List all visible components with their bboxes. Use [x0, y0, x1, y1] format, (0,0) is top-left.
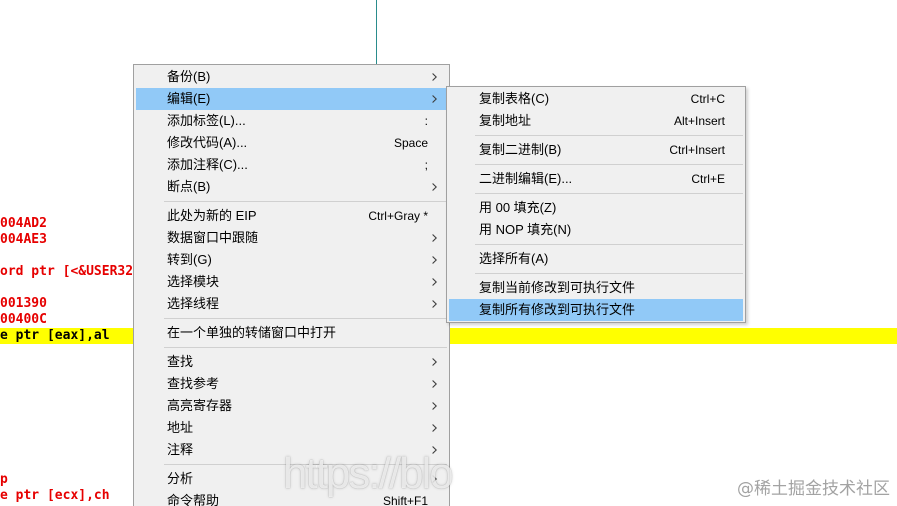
- menu-item-assemble[interactable]: 修改代码(A)... Space: [136, 132, 447, 154]
- chevron-right-icon: [432, 278, 437, 286]
- disasm-line[interactable]: 001390: [0, 296, 47, 312]
- edit-submenu: 复制表格(C) Ctrl+C 复制地址 Alt+Insert 复制二进制(B) …: [446, 86, 746, 323]
- menu-item-follow-in-dump[interactable]: 数据窗口中跟随: [136, 227, 447, 249]
- menu-item-label: 添加注释(C)...: [167, 157, 248, 172]
- menu-item-label: 复制所有修改到可执行文件: [479, 302, 636, 317]
- submenu-item-copy-all-to-executable[interactable]: 复制所有修改到可执行文件: [449, 299, 743, 321]
- url-watermark: https://blo: [283, 449, 454, 498]
- menu-separator: [449, 190, 743, 197]
- shortcut-label: ;: [424, 158, 428, 172]
- disasm-line[interactable]: ord ptr [<&USER32: [0, 264, 133, 280]
- shortcut-label: Ctrl+Gray *: [368, 209, 428, 223]
- menu-item-label: 命令帮助: [167, 493, 220, 506]
- chevron-right-icon: [432, 300, 437, 308]
- menu-item-label: 复制表格(C): [479, 91, 550, 106]
- menu-item-label: 选择所有(A): [479, 251, 549, 266]
- menu-item-label: 二进制编辑(E)...: [479, 171, 573, 186]
- menu-item-label: 选择模块: [167, 274, 220, 289]
- menu-item-open-in-separate-dump[interactable]: 在一个单独的转储窗口中打开: [136, 322, 447, 344]
- submenu-item-binary-edit[interactable]: 二进制编辑(E)... Ctrl+E: [449, 168, 743, 190]
- menu-item-find-references[interactable]: 查找参考: [136, 373, 447, 395]
- submenu-item-copy-table[interactable]: 复制表格(C) Ctrl+C: [449, 88, 743, 110]
- menu-item-label: 查找参考: [167, 376, 220, 391]
- submenu-item-copy-address[interactable]: 复制地址 Alt+Insert: [449, 110, 743, 132]
- menu-item-edit[interactable]: 编辑(E): [136, 88, 447, 110]
- menu-item-label: 数据窗口中跟随: [167, 230, 259, 245]
- menu-item-label: 复制地址: [479, 113, 532, 128]
- chevron-right-icon: [432, 424, 437, 432]
- menu-item-label: 用 NOP 填充(N): [479, 222, 572, 237]
- chevron-right-icon: [432, 358, 437, 366]
- submenu-item-fill-with-nop[interactable]: 用 NOP 填充(N): [449, 219, 743, 241]
- menu-item-label: 添加标签(L)...: [167, 113, 246, 128]
- menu-item-label: 编辑(E): [167, 91, 211, 106]
- menu-item-select-module[interactable]: 选择模块: [136, 271, 447, 293]
- menu-item-search-for[interactable]: 查找: [136, 351, 447, 373]
- menu-separator: [449, 161, 743, 168]
- menu-separator: [449, 270, 743, 277]
- disasm-line[interactable]: 004AD2: [0, 216, 47, 232]
- menu-item-label: 此处为新的 EIP: [167, 208, 257, 223]
- menu-item-label: 转到(G): [167, 252, 212, 267]
- submenu-item-copy-binary[interactable]: 复制二进制(B) Ctrl+Insert: [449, 139, 743, 161]
- menu-separator: [136, 198, 447, 205]
- menu-item-label: 查找: [167, 354, 194, 369]
- menu-item-add-comment[interactable]: 添加注释(C)... ;: [136, 154, 447, 176]
- chevron-right-icon: [432, 73, 437, 81]
- context-menu: 备份(B) 编辑(E) 添加标签(L)... : 修改代码(A)... Spac…: [133, 64, 450, 506]
- menu-item-go-to[interactable]: 转到(G): [136, 249, 447, 271]
- menu-item-label: 备份(B): [167, 69, 211, 84]
- menu-item-label: 地址: [167, 420, 194, 435]
- shortcut-label: Alt+Insert: [673, 114, 725, 128]
- menu-item-backup[interactable]: 备份(B): [136, 66, 447, 88]
- disasm-line-selected[interactable]: e ptr [eax],al: [0, 328, 110, 344]
- submenu-item-select-all[interactable]: 选择所有(A): [449, 248, 743, 270]
- menu-separator: [449, 241, 743, 248]
- submenu-item-fill-with-00[interactable]: 用 00 填充(Z): [449, 197, 743, 219]
- shortcut-label: :: [424, 114, 428, 128]
- menu-item-label: 分析: [167, 471, 194, 486]
- chevron-right-icon: [432, 402, 437, 410]
- submenu-item-copy-selection-to-executable[interactable]: 复制当前修改到可执行文件: [449, 277, 743, 299]
- menu-item-label: 注释: [167, 442, 194, 457]
- shortcut-label: Ctrl+Insert: [669, 143, 725, 157]
- chevron-right-icon: [432, 183, 437, 191]
- menu-item-label: 复制二进制(B): [479, 142, 562, 157]
- menu-item-label: 在一个单独的转储窗口中打开: [167, 325, 337, 340]
- chevron-right-icon: [432, 380, 437, 388]
- menu-item-label: 复制当前修改到可执行文件: [479, 280, 636, 295]
- menu-separator: [136, 315, 447, 322]
- menu-item-new-origin-here[interactable]: 此处为新的 EIP Ctrl+Gray *: [136, 205, 447, 227]
- menu-separator: [449, 132, 743, 139]
- disasm-line[interactable]: 004AE3: [0, 232, 47, 248]
- menu-item-label: 高亮寄存器: [167, 398, 233, 413]
- shortcut-label: Ctrl+E: [691, 172, 725, 186]
- menu-item-highlight-register[interactable]: 高亮寄存器: [136, 395, 447, 417]
- menu-item-add-label[interactable]: 添加标签(L)... :: [136, 110, 447, 132]
- menu-item-address[interactable]: 地址: [136, 417, 447, 439]
- credit-watermark: @稀土掘金技术社区: [737, 479, 890, 499]
- shortcut-label: Ctrl+C: [690, 92, 725, 106]
- menu-separator: [136, 344, 447, 351]
- disasm-line[interactable]: 00400C: [0, 312, 47, 328]
- shortcut-label: Space: [393, 136, 428, 150]
- jump-arrow-line: [376, 0, 377, 64]
- menu-item-select-thread[interactable]: 选择线程: [136, 293, 447, 315]
- menu-item-breakpoint[interactable]: 断点(B): [136, 176, 447, 198]
- chevron-right-icon: [432, 95, 437, 103]
- disasm-line[interactable]: e ptr [ecx],ch: [0, 488, 110, 504]
- menu-item-label: 修改代码(A)...: [167, 135, 248, 150]
- menu-item-label: 用 00 填充(Z): [479, 200, 557, 215]
- debugger-cpu-view: { "disassembly": { "lines": [ {"text": "…: [0, 0, 897, 506]
- chevron-right-icon: [432, 234, 437, 242]
- menu-item-label: 选择线程: [167, 296, 220, 311]
- chevron-right-icon: [432, 256, 437, 264]
- menu-item-label: 断点(B): [167, 179, 211, 194]
- disasm-line[interactable]: p: [0, 472, 8, 488]
